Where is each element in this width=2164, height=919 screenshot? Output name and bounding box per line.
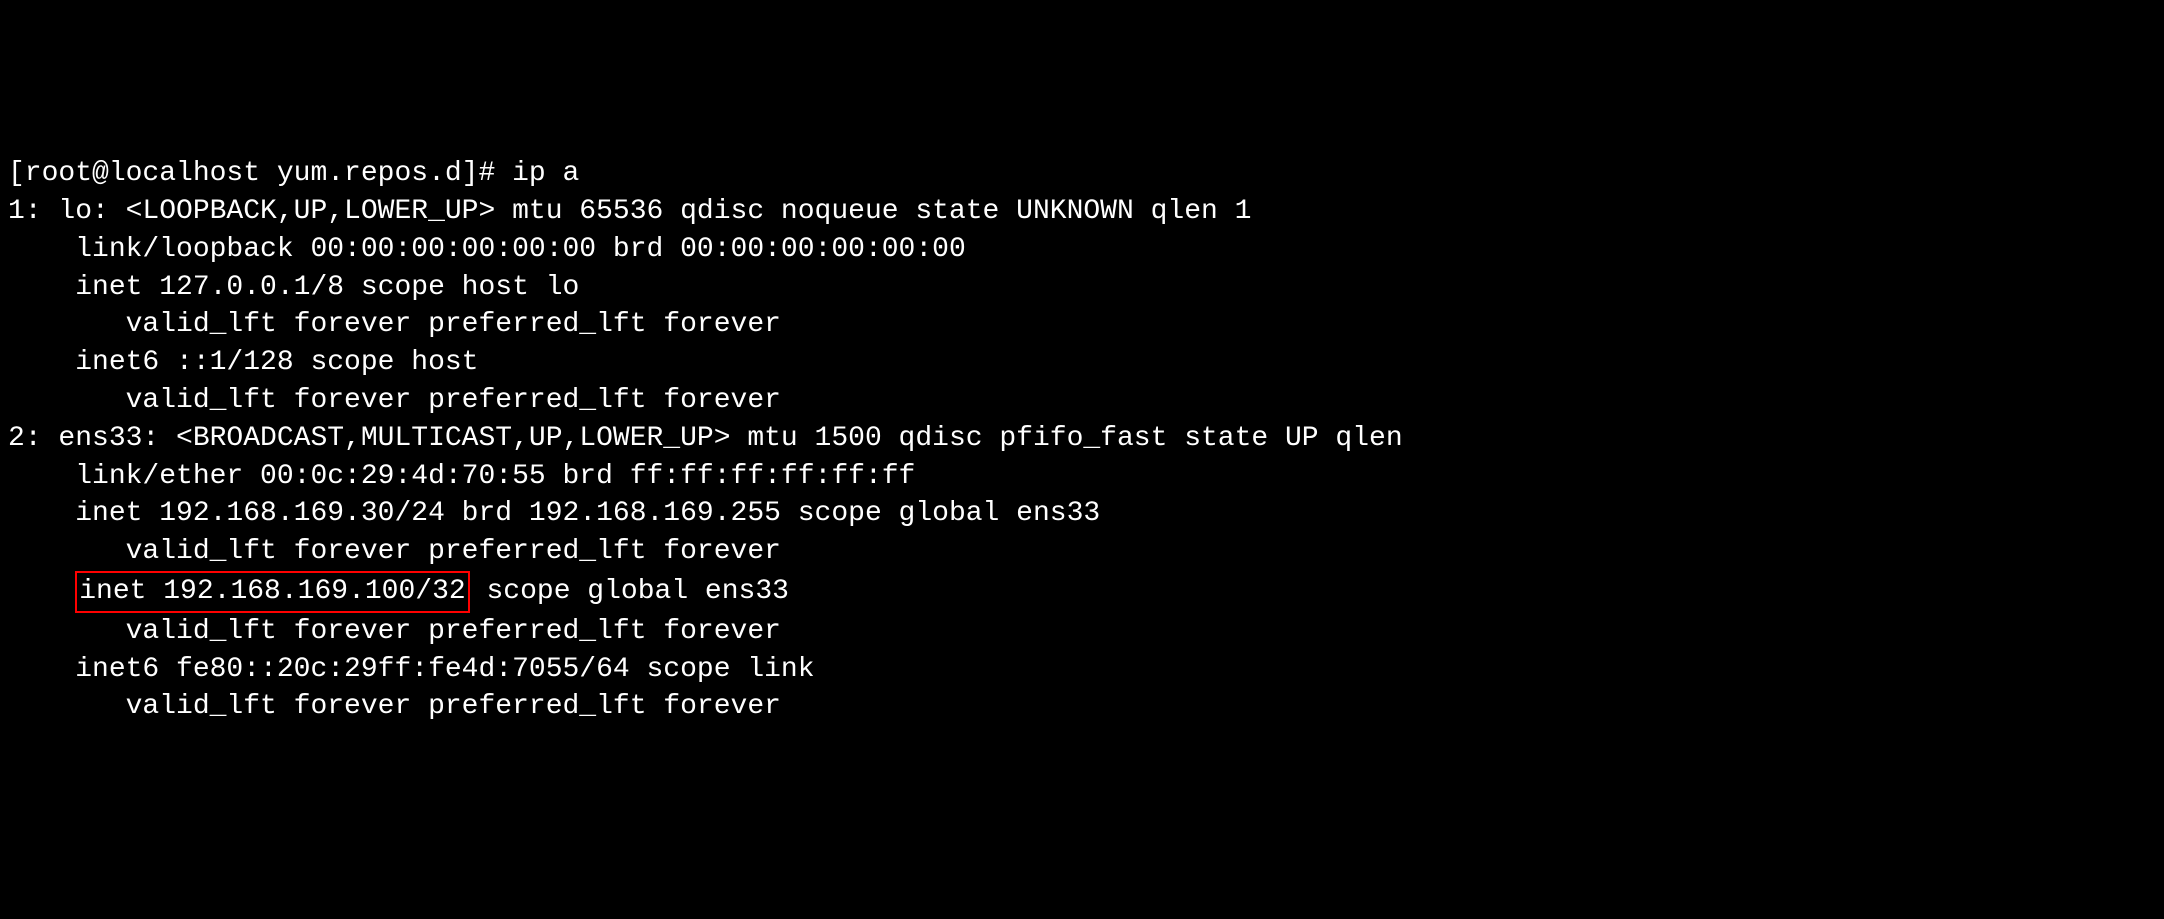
interface-ens33-link: link/ether 00:0c:29:4d:70:55 brd ff:ff:f… [8,458,2156,496]
terminal[interactable]: [root@localhost yum.repos.d]# ip a1: lo:… [8,155,2156,726]
interface-lo-inet6-valid: valid_lft forever preferred_lft forever [8,382,2156,420]
inet2-prefix [8,576,75,607]
interface-lo-inet: inet 127.0.0.1/8 scope host lo [8,269,2156,307]
highlighted-ip: inet 192.168.169.100/32 [75,571,469,613]
interface-lo-inet6: inet6 ::1/128 scope host [8,344,2156,382]
interface-ens33-inet1: inet 192.168.169.30/24 brd 192.168.169.2… [8,495,2156,533]
interface-ens33-header: 2: ens33: <BROADCAST,MULTICAST,UP,LOWER_… [8,420,2156,458]
interface-lo-inet-valid: valid_lft forever preferred_lft forever [8,306,2156,344]
interface-ens33-inet1-valid: valid_lft forever preferred_lft forever [8,533,2156,571]
interface-ens33-inet6-valid: valid_lft forever preferred_lft forever [8,688,2156,726]
command-text: ip a [512,158,579,189]
interface-lo-header: 1: lo: <LOOPBACK,UP,LOWER_UP> mtu 65536 … [8,193,2156,231]
interface-lo-link: link/loopback 00:00:00:00:00:00 brd 00:0… [8,231,2156,269]
inet2-suffix: scope global ens33 [470,576,789,607]
interface-ens33-inet6: inet6 fe80::20c:29ff:fe4d:7055/64 scope … [8,651,2156,689]
prompt-line: [root@localhost yum.repos.d]# ip a [8,155,2156,193]
shell-prompt: [root@localhost yum.repos.d]# [8,158,512,189]
interface-ens33-inet2-valid: valid_lft forever preferred_lft forever [8,613,2156,651]
interface-ens33-inet2-line: inet 192.168.169.100/32 scope global ens… [8,571,2156,613]
